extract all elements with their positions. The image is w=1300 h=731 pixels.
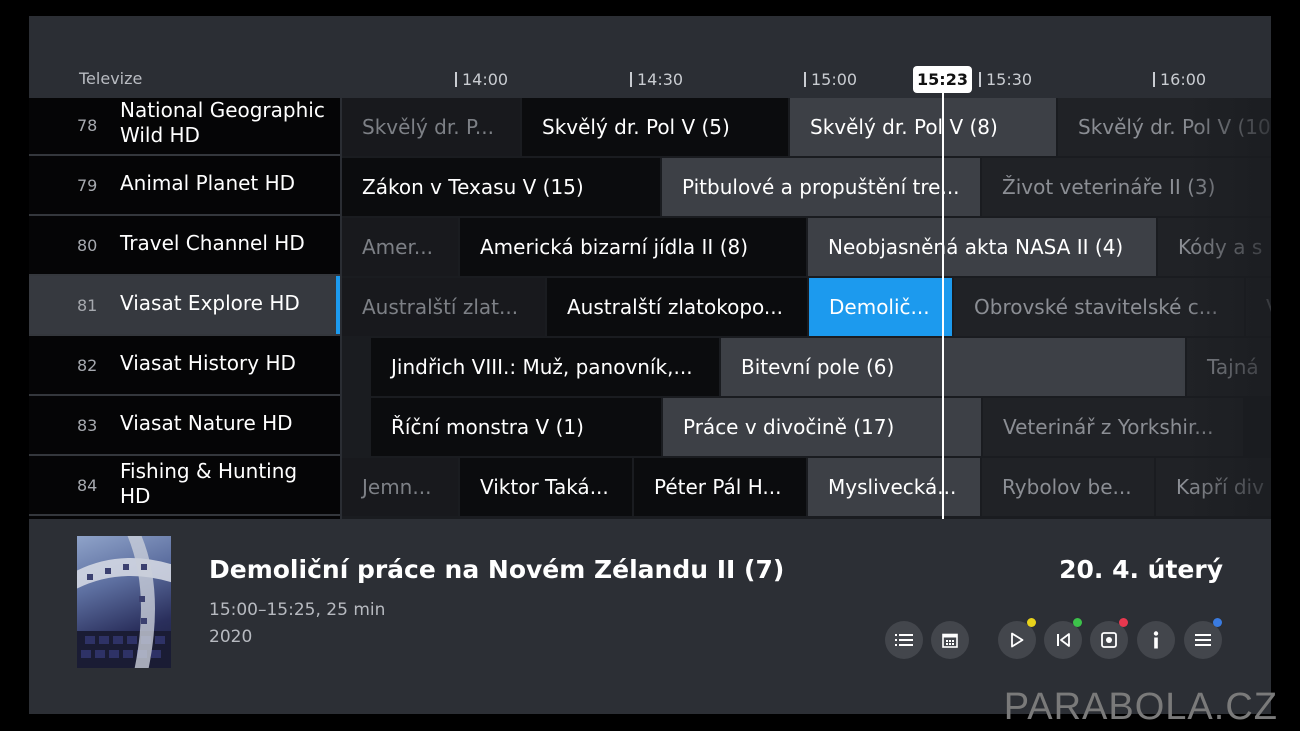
yellow-key-dot [1027,618,1036,627]
calendar-icon [942,632,958,648]
channel-number: 82 [77,356,98,375]
channel-row-81[interactable]: 81 Viasat Explore HD [29,276,340,336]
channel-row-82[interactable]: 82 Viasat History HD [29,336,340,396]
guide-header: Televize 14:00 14:30 15:00 15:30 16:00 1… [29,16,1271,98]
program-cell[interactable]: Jemn... [342,458,458,516]
program-cell[interactable]: Kódy a s [1158,218,1271,276]
program-cell[interactable]: Tajná [1187,338,1271,396]
play-icon [1010,632,1024,648]
program-grid[interactable]: Skvělý dr. P... Skvělý dr. Pol V (5) Skv… [342,98,1271,519]
channel-number: 84 [77,476,98,495]
program-thumbnail [77,536,171,668]
channel-row-79[interactable]: 79 Animal Planet HD [29,156,340,216]
guide-date: 20. 4. úterý [1059,555,1223,584]
menu-button[interactable] [1184,618,1222,659]
channel-row-84[interactable]: 84 Fishing & Hunting HD [29,456,340,516]
channel-number: 79 [77,176,98,195]
program-cell[interactable]: Zákon v Texasu V (15) [342,158,660,216]
info-button[interactable] [1137,621,1175,659]
list-icon [895,633,913,647]
program-cell[interactable]: Australští zlat... [342,278,545,336]
red-key-dot [1119,618,1128,627]
program-cell[interactable]: Obrovské stavitelské c... [954,278,1244,336]
channel-name: Travel Channel HD [120,231,305,255]
program-cell[interactable]: Rybolov be... [982,458,1154,516]
time-tick: 15:30 [979,70,1032,89]
program-cell[interactable]: Bitevní pole (6) [721,338,1185,396]
program-cell[interactable]: Myslivecká... [808,458,980,516]
program-cell[interactable]: Amer... [342,218,458,276]
program-detail-panel: Demoliční práce na Novém Zélandu II (7) … [29,519,1271,714]
program-cell-focused[interactable]: Demolič... [809,278,952,336]
program-cell[interactable]: V [1246,278,1271,336]
program-cell[interactable]: Americká bizarní jídla II (8) [460,218,806,276]
program-cell[interactable]: Skvělý dr. P... [342,98,520,156]
program-cell[interactable]: Skvělý dr. Pol V (5) [522,98,788,156]
menu-icon [1195,633,1211,647]
program-cell[interactable]: Veterinář z Yorkshir... [983,398,1243,456]
program-cell[interactable]: Viktor Taká... [460,458,632,516]
channel-name: Viasat Explore HD [120,291,300,315]
current-time-badge: 15:23 [913,66,972,93]
program-cell[interactable]: Život veterináře II (3) [982,158,1271,216]
channel-name: Animal Planet HD [120,171,296,195]
play-button[interactable] [998,618,1036,659]
time-tick: 15:00 [804,70,857,89]
channel-list[interactable]: 78 National Geographic Wild HD 79 Animal… [29,98,340,519]
program-year: 2020 [209,627,253,647]
tv-guide-screen: Televize 14:00 14:30 15:00 15:30 16:00 1… [29,16,1271,714]
channel-number: 80 [77,236,98,255]
time-tick: 14:30 [630,70,683,89]
restart-button[interactable] [1044,618,1082,659]
program-time: 15:00–15:25, 25 min [209,600,386,620]
channel-name: Viasat Nature HD [120,411,293,435]
program-cell[interactable]: Kapří div [1156,458,1271,516]
program-cell[interactable]: Říční monstra V (1) [371,398,661,456]
program-title: Demoliční práce na Novém Zélandu II (7) [209,555,785,584]
calendar-button[interactable] [931,621,969,659]
time-tick: 14:00 [455,70,508,89]
section-label: Televize [79,69,143,88]
record-icon [1101,632,1117,648]
green-key-dot [1073,618,1082,627]
program-cell[interactable]: Neobjasněná akta NASA II (4) [808,218,1156,276]
channel-name: National Geographic Wild HD [120,98,325,147]
program-cell[interactable]: Jindřich VIII.: Muž, panovník,... [371,338,719,396]
channel-number: 81 [77,296,98,315]
record-button[interactable] [1090,618,1128,659]
program-cell[interactable]: Skvělý dr. Pol V (8) [790,98,1056,156]
skip-back-icon [1055,632,1071,648]
info-icon [1152,631,1160,649]
program-cell[interactable]: Australští zlatokopo... [547,278,807,336]
watermark: PARABOLA.CZ [1003,686,1278,728]
blue-key-dot [1213,618,1222,627]
time-tick: 16:00 [1153,70,1206,89]
channel-row-80[interactable]: 80 Travel Channel HD [29,216,340,276]
channel-row-83[interactable]: 83 Viasat Nature HD [29,396,340,456]
channel-row-78[interactable]: 78 National Geographic Wild HD [29,98,340,156]
channel-name: Viasat History HD [120,351,296,375]
channel-name: Fishing & Hunting HD [120,459,298,508]
program-cell[interactable]: Péter Pál H... [634,458,806,516]
list-button[interactable] [885,621,923,659]
channel-number: 78 [77,116,98,135]
program-cell[interactable]: Skvělý dr. Pol V (10) [1058,98,1271,156]
channel-number: 83 [77,416,98,435]
program-cell[interactable]: Práce v divočině (17) [663,398,981,456]
program-cell[interactable]: Pitbulové a propuštění tre... [662,158,980,216]
current-time-line [942,93,944,519]
